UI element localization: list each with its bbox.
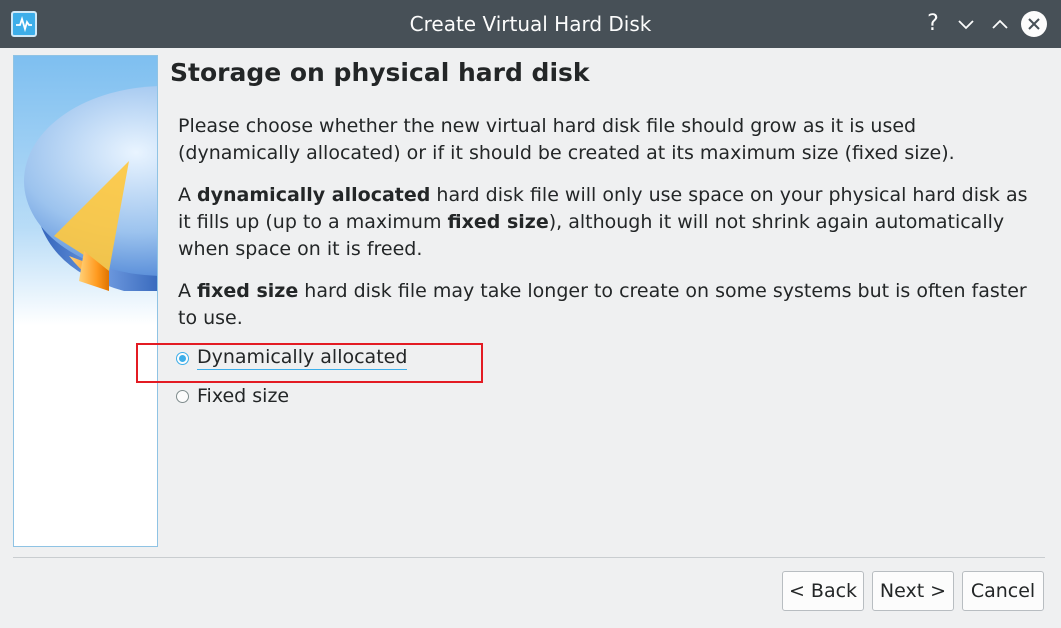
dynamic-explanation-paragraph: A dynamically allocated hard disk file w… (178, 184, 1028, 260)
close-icon (1028, 18, 1040, 30)
hard-disk-illustration-icon (24, 86, 157, 291)
window-title: Create Virtual Hard Disk (409, 12, 652, 36)
minimize-icon[interactable] (952, 10, 980, 38)
radio-fixed-size[interactable]: Fixed size (176, 382, 289, 410)
radio-label-fixed-size: Fixed size (197, 385, 290, 407)
close-button[interactable] (1021, 11, 1047, 37)
next-button[interactable]: Next > (872, 571, 954, 611)
radio-button-unchecked[interactable] (176, 389, 189, 403)
maximize-icon[interactable] (986, 10, 1014, 38)
button-separator (13, 557, 1045, 558)
wizard-side-image (13, 55, 158, 547)
fixed-explanation-paragraph: A fixed size hard disk file may take lon… (178, 280, 1027, 329)
description-paragraph: Please choose whether the new virtual ha… (178, 115, 955, 164)
highlight-annotation-box (136, 343, 483, 383)
cancel-button[interactable]: Cancel (962, 571, 1044, 611)
create-virtual-hard-disk-dialog: Create Virtual Hard Disk ? Storage on ph… (0, 0, 1061, 628)
title-bar[interactable]: Create Virtual Hard Disk ? (0, 0, 1061, 48)
page-title: Storage on physical hard disk (170, 58, 590, 87)
help-icon[interactable]: ? (919, 10, 947, 38)
back-button[interactable]: < Back (782, 571, 864, 611)
